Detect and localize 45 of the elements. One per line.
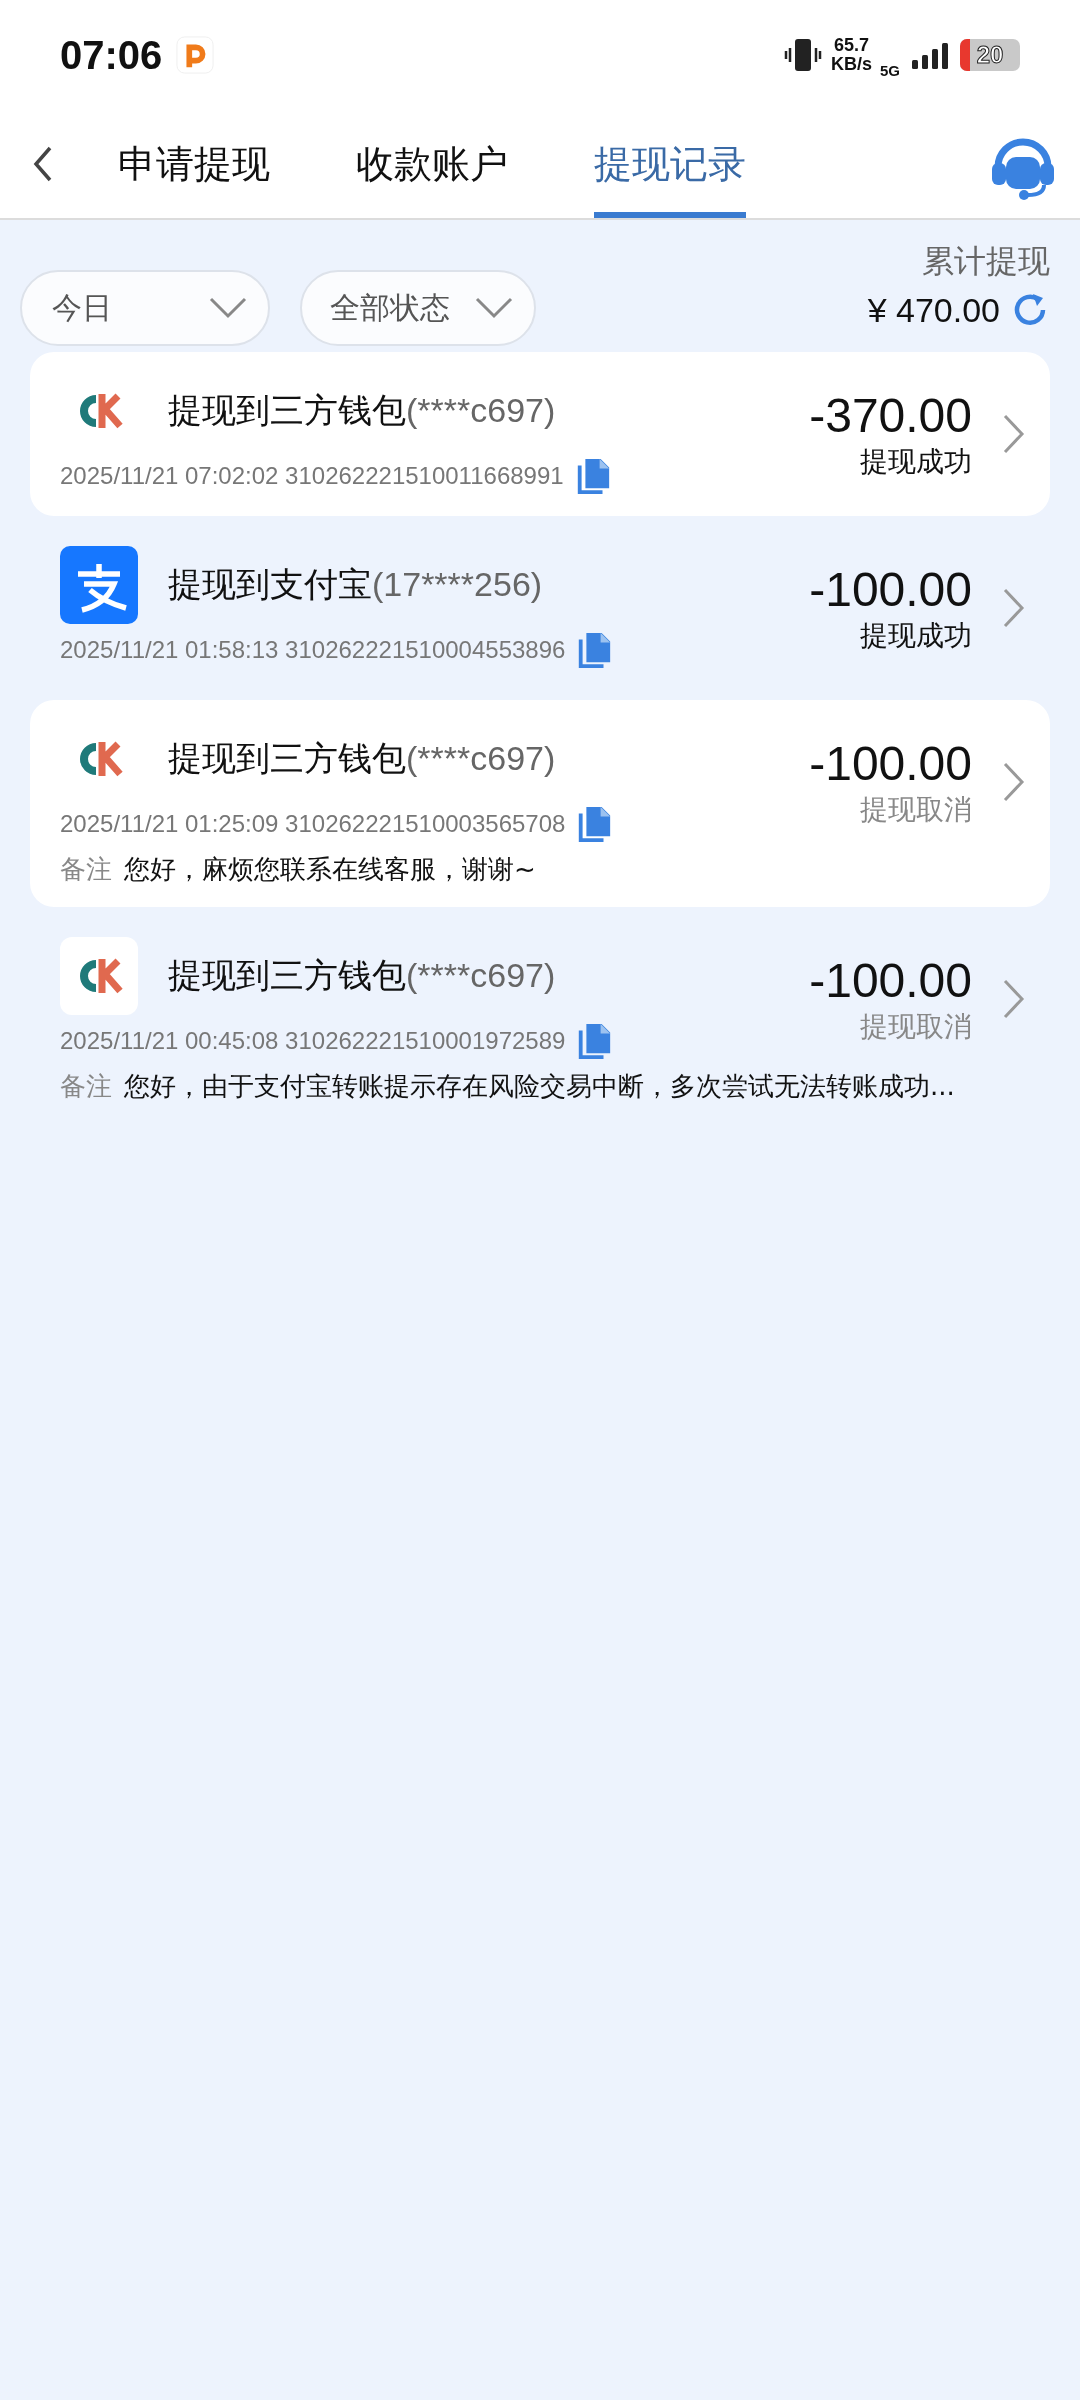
record-time-order: 2025/11/21 01:25:09 310262221510003565708 bbox=[60, 810, 566, 838]
record-status: 提现取消 bbox=[860, 1008, 972, 1045]
record-title: 提现到三方钱包(****c697) bbox=[168, 389, 556, 432]
note-text: 您好，麻烦您联系在线客服，谢谢~ bbox=[124, 853, 536, 886]
record-status: 提现取消 bbox=[860, 791, 972, 828]
record-title: 提现到三方钱包(****c697) bbox=[168, 954, 556, 997]
record-time-order: 2025/11/21 01:58:13 310262221510004553896 bbox=[60, 636, 566, 664]
wallet-logo-icon bbox=[60, 937, 138, 1015]
network-type: 5G bbox=[880, 61, 900, 79]
record-amount: -100.00 bbox=[809, 952, 972, 1008]
caret-icon bbox=[208, 296, 248, 320]
summary-label: 累计提现 bbox=[922, 241, 1050, 282]
record-amount: -100.00 bbox=[809, 561, 972, 617]
tab[interactable]: 收款账户 bbox=[356, 110, 508, 218]
chevron-right-icon bbox=[1002, 586, 1026, 630]
note-label: 备注 bbox=[60, 1070, 112, 1103]
record-card[interactable]: 提现到三方钱包(****c697) 2025/11/21 07:02:02 310262221510011668991 -370.00 提现成功 bbox=[30, 352, 1050, 516]
network-speed: 65.7 bbox=[833, 36, 869, 55]
network-speed-unit: KB/s bbox=[830, 55, 872, 74]
record-row[interactable]: 提现到支付宝(17****256) 2025/11/21 01:58:13 310262221510004553896 -100.00 提现成功 bbox=[30, 526, 1050, 690]
caret-icon bbox=[474, 296, 514, 320]
status-time: 07:06 bbox=[60, 32, 163, 78]
alipay-logo-icon bbox=[60, 546, 138, 624]
record-time-order: 2025/11/21 07:02:02 310262221510011668991 bbox=[60, 462, 564, 490]
chevron-right-icon bbox=[1002, 977, 1026, 1021]
record-status: 提现成功 bbox=[860, 617, 972, 654]
record-time-order: 2025/11/21 00:45:08 310262221510001972589 bbox=[60, 1027, 566, 1055]
filter-dropdown[interactable]: 全部状态 bbox=[300, 270, 536, 346]
battery-indicator: 20 bbox=[960, 39, 1020, 71]
record-title: 提现到支付宝(17****256) bbox=[168, 563, 543, 606]
record-title: 提现到三方钱包(****c697) bbox=[168, 737, 556, 780]
record-card[interactable]: 提现到三方钱包(****c697) 2025/11/21 01:25:09 310262221510003565708 -100.00 提现取消 备注 您好，麻烦您联系在线客服，谢谢~ bbox=[30, 700, 1050, 907]
chevron-right-icon bbox=[1002, 760, 1026, 804]
app-notification-icon bbox=[176, 36, 215, 74]
tab[interactable]: 申请提现 bbox=[118, 110, 270, 218]
tab[interactable]: 提现记录 bbox=[594, 110, 746, 218]
record-amount: -370.00 bbox=[809, 387, 972, 443]
summary-amount: ¥ 470.00 bbox=[867, 290, 1000, 330]
record-status: 提现成功 bbox=[860, 443, 972, 480]
filter-dropdown[interactable]: 今日 bbox=[20, 270, 270, 346]
chevron-right-icon bbox=[1002, 412, 1026, 456]
record-row[interactable]: 提现到三方钱包(****c697) 2025/11/21 00:45:08 310262221510001972589 -100.00 提现取消 备注 您好，由于支付宝转账提示存在风险交易中断，多次尝试无法转账成功... bbox=[30, 917, 1050, 1124]
note-text: 您好，由于支付宝转账提示存在风险交易中断，多次尝试无法转账成功... bbox=[124, 1070, 955, 1103]
record-amount: -100.00 bbox=[809, 735, 972, 791]
note-label: 备注 bbox=[60, 853, 112, 886]
